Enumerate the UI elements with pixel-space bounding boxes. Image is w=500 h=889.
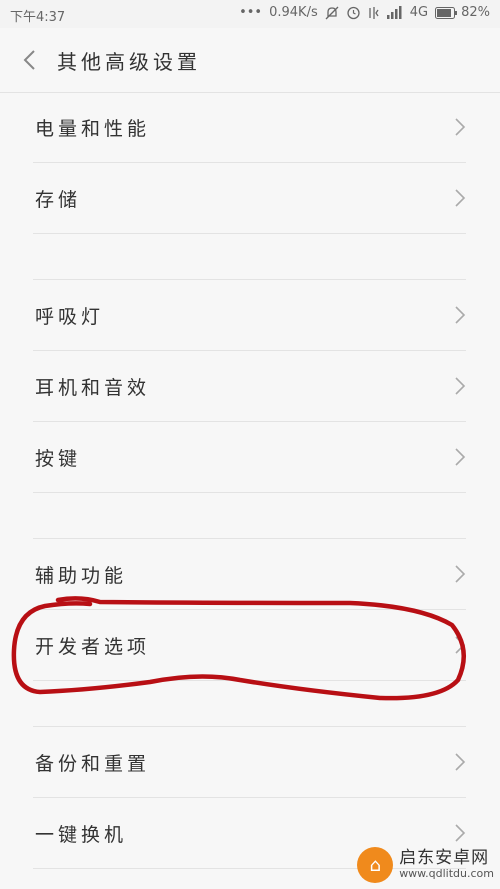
mute-bell-icon (325, 6, 339, 19)
more-dots-icon: ••• (239, 5, 263, 20)
settings-item-label: 呼吸灯 (35, 306, 105, 328)
chevron-right-icon (455, 824, 466, 842)
settings-item-buttons[interactable]: 按键 (33, 422, 466, 493)
app-header: 其他高级设置 (0, 28, 500, 93)
settings-item-label: 辅助功能 (35, 565, 128, 587)
watermark-name: 启东安卓网 (399, 848, 490, 869)
chevron-right-icon (455, 565, 466, 583)
chevron-left-icon[interactable] (20, 49, 40, 71)
watermark-logo-icon: ⌂ (357, 847, 394, 883)
settings-item-label: 存储 (35, 189, 82, 211)
chevron-right-icon (455, 753, 466, 771)
settings-item-battery-performance[interactable]: 电量和性能 (33, 92, 466, 163)
settings-item-label: 备份和重置 (35, 753, 151, 775)
settings-item-label: 一键换机 (35, 824, 128, 846)
chevron-right-icon (455, 636, 466, 654)
chevron-right-icon (455, 189, 466, 207)
page-title: 其他高级设置 (57, 50, 201, 74)
settings-item-label: 按键 (35, 448, 82, 470)
site-watermark: ⌂ 启东安卓网 www.qdlitdu.com (357, 847, 494, 883)
settings-list: 电量和性能 存储 呼吸灯 耳机和音效 按键 辅助功能 开发者选项 备份和重置 一… (0, 92, 500, 869)
settings-item-accessibility[interactable]: 辅助功能 (33, 539, 466, 610)
chevron-right-icon (455, 448, 466, 466)
section-divider (33, 234, 466, 280)
section-divider (33, 493, 466, 539)
network-type: 4G (409, 5, 429, 20)
settings-item-label: 开发者选项 (35, 636, 151, 658)
section-divider (33, 681, 466, 727)
status-time: 下午4:37 (10, 10, 66, 25)
chevron-right-icon (455, 118, 466, 136)
status-bar: 下午4:37 ••• 0.94K/s 4G 82% (0, 0, 500, 28)
settings-item-notification-light[interactable]: 呼吸灯 (33, 280, 466, 351)
battery-indicator: 82% (435, 5, 490, 20)
alarm-icon (347, 6, 360, 20)
network-speed: 0.94K/s (269, 5, 318, 20)
settings-item-storage[interactable]: 存储 (33, 163, 466, 234)
settings-item-backup-reset[interactable]: 备份和重置 (33, 727, 466, 798)
settings-item-label: 耳机和音效 (35, 377, 151, 399)
settings-item-label: 电量和性能 (35, 118, 151, 140)
settings-item-developer-options[interactable]: 开发者选项 (33, 610, 466, 681)
watermark-url: www.qdlitdu.com (399, 867, 494, 881)
chevron-right-icon (455, 377, 466, 395)
vibrate-icon (369, 6, 379, 19)
signal-icon (386, 6, 402, 19)
battery-icon (435, 6, 458, 19)
status-icons: ••• 0.94K/s 4G 82% (239, 5, 490, 20)
chevron-right-icon (455, 306, 466, 324)
battery-percent: 82% (461, 5, 490, 20)
settings-item-headphones-audio[interactable]: 耳机和音效 (33, 351, 466, 422)
